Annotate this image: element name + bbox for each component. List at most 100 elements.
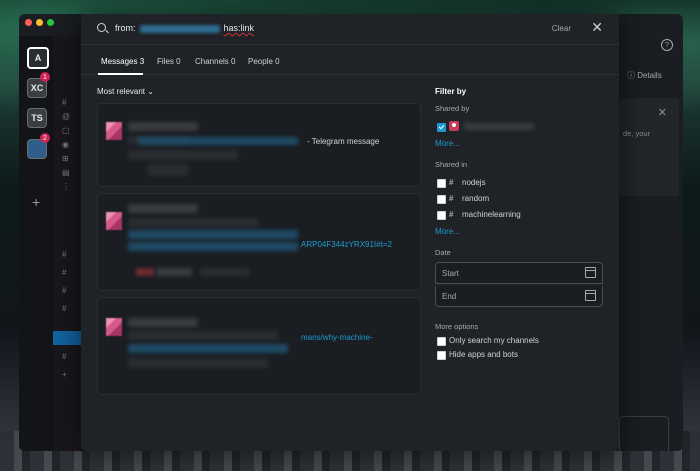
chevron-down-icon: ⌄ <box>147 87 154 96</box>
redacted-link <box>138 137 298 145</box>
redacted-text <box>148 164 188 176</box>
channel-sidebar: # @ ▢ ◉ ⊞ ▤ ⋮ # # # # # + <box>53 36 83 451</box>
add-workspace-icon[interactable]: + <box>32 194 40 210</box>
more-icon[interactable]: ⋮ <box>62 182 70 191</box>
threads-icon[interactable]: # <box>62 98 66 107</box>
calendar-icon[interactable] <box>585 290 596 301</box>
redacted-preview <box>136 268 154 276</box>
tab-label: People <box>248 57 273 66</box>
search-result[interactable]: ARP04F344zYRX91I#t=2 <box>97 193 421 291</box>
workspace-a[interactable]: A <box>27 47 49 69</box>
result-tabs: Messages 3 Files 0 Channels 0 People 0 <box>81 44 619 75</box>
redacted-text <box>128 358 268 368</box>
files-icon[interactable]: ▤ <box>62 168 70 177</box>
redacted-user <box>139 24 220 33</box>
hash-icon: # <box>449 210 454 219</box>
minimize-window-button[interactable] <box>36 19 43 26</box>
calendar-icon[interactable] <box>585 267 596 278</box>
tab-label: Files <box>157 57 174 66</box>
banner-text: de, your <box>623 129 651 138</box>
zoom-window-button[interactable] <box>47 19 54 26</box>
search-input[interactable]: from: has:link <box>115 23 254 33</box>
notification-badge: 2 <box>40 133 50 143</box>
workspace-ts[interactable]: TS <box>27 108 47 128</box>
search-bar[interactable]: from: has:link Clear ✕ <box>81 14 619 45</box>
shared-by-user-checkbox[interactable] <box>437 123 446 132</box>
tab-label: Messages <box>101 57 138 66</box>
help-icon[interactable]: ? <box>661 39 673 51</box>
tab-count: 0 <box>176 57 181 66</box>
tab-files[interactable]: Files 0 <box>157 57 181 66</box>
more-options-label: More options <box>435 322 479 331</box>
people-icon[interactable]: ◉ <box>62 140 69 149</box>
tab-messages[interactable]: Messages 3 <box>101 57 144 66</box>
tab-count: 0 <box>231 57 236 66</box>
details-pane: ? ⓘ Details ✕ de, your <box>619 36 683 451</box>
close-icon[interactable]: ✕ <box>591 19 603 36</box>
redacted-name <box>128 122 198 131</box>
channel-label: random <box>462 194 490 203</box>
date-start-input[interactable]: Start <box>435 262 603 284</box>
channel-label: machinelearning <box>462 210 521 219</box>
date-start-placeholder: Start <box>442 269 459 278</box>
result-snippet: - Telegram message <box>307 137 380 146</box>
hide-apps-checkbox[interactable] <box>437 351 446 360</box>
redacted-name <box>128 204 198 213</box>
avatar <box>106 212 122 230</box>
channel-label: nodejs <box>462 178 486 187</box>
channel-checkbox-machinelearning[interactable] <box>437 211 446 220</box>
add-channel-icon[interactable]: + <box>62 370 67 379</box>
filter-title: Filter by <box>435 87 467 96</box>
channel-hash-icon[interactable]: # <box>62 286 66 295</box>
message-composer[interactable] <box>619 416 669 451</box>
query-from: from: <box>115 23 136 33</box>
apps-icon[interactable]: ⊞ <box>62 154 69 163</box>
banner-card: ✕ de, your <box>619 98 679 196</box>
result-link[interactable]: mans/why-machine- <box>301 333 373 342</box>
tab-channels[interactable]: Channels 0 <box>195 57 236 66</box>
tab-people[interactable]: People 0 <box>248 57 280 66</box>
result-link[interactable]: ARP04F344zYRX91I#t=2 <box>301 240 392 249</box>
search-result[interactable]: mans/why-machine- <box>97 297 421 395</box>
shared-by-more-link[interactable]: More... <box>435 139 460 148</box>
redacted-preview <box>200 268 250 276</box>
shared-in-label: Shared in <box>435 160 468 169</box>
date-label: Date <box>435 248 451 257</box>
close-window-button[interactable] <box>25 19 32 26</box>
channel-hash-icon[interactable]: # <box>62 304 66 313</box>
workspace-rail: A XC 1 TS 2 + <box>19 36 53 451</box>
redacted-link <box>128 344 288 353</box>
selected-channel[interactable] <box>53 331 83 345</box>
details-button[interactable]: ⓘ Details <box>627 70 662 81</box>
tab-label: Channels <box>195 57 229 66</box>
channel-hash-icon[interactable]: # <box>62 250 66 259</box>
active-tab-indicator <box>98 73 143 75</box>
channel-hash-icon[interactable]: # <box>62 268 66 277</box>
avatar <box>106 122 122 140</box>
close-icon[interactable]: ✕ <box>658 106 667 119</box>
mentions-icon[interactable]: @ <box>62 112 70 121</box>
channel-checkbox-random[interactable] <box>437 195 446 204</box>
search-icon <box>97 23 106 32</box>
search-result[interactable]: - Telegram message <box>97 103 421 187</box>
hash-icon: # <box>449 178 454 187</box>
channel-checkbox-nodejs[interactable] <box>437 179 446 188</box>
tab-count: 3 <box>139 57 145 66</box>
channel-hash-icon[interactable]: # <box>62 352 66 361</box>
redacted-text <box>128 150 238 160</box>
date-end-placeholder: End <box>442 292 457 301</box>
clear-button[interactable]: Clear <box>552 24 571 33</box>
only-my-channels-checkbox[interactable] <box>437 337 446 346</box>
date-end-input[interactable]: End <box>435 286 603 307</box>
shared-in-more-link[interactable]: More... <box>435 227 460 236</box>
saved-icon[interactable]: ▢ <box>62 126 70 135</box>
sort-dropdown[interactable]: Most relevant ⌄ <box>97 87 154 96</box>
hash-icon: # <box>449 194 454 203</box>
search-modal: from: has:link Clear ✕ Messages 3 Files 0… <box>81 14 619 451</box>
option-label: Hide apps and bots <box>449 350 518 359</box>
user-avatar <box>449 121 459 131</box>
workspace-initial: XC <box>30 83 44 93</box>
tab-count: 0 <box>275 57 280 66</box>
redacted-name <box>128 318 198 327</box>
option-label: Only search my channels <box>449 336 539 345</box>
